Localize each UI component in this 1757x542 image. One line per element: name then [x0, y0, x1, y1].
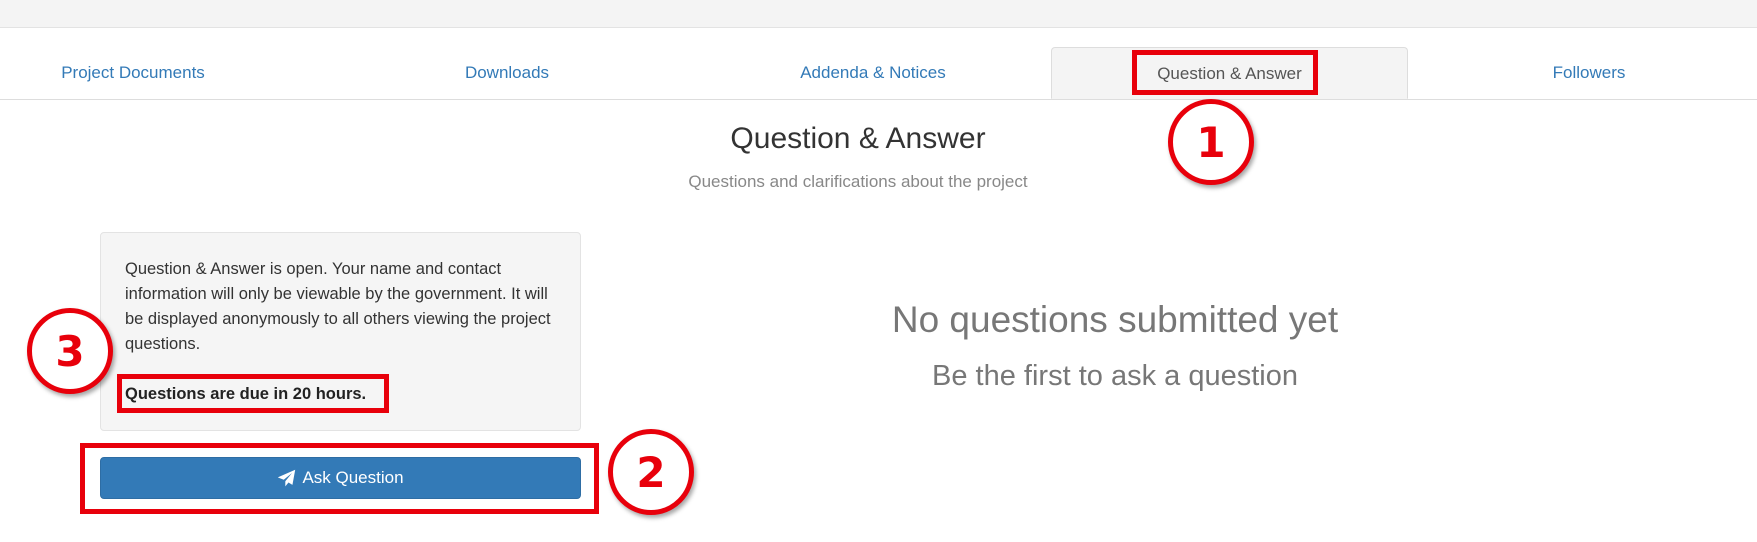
top-bar [0, 0, 1757, 28]
tab-label: Addenda & Notices [800, 63, 946, 82]
tab-addenda-notices[interactable]: Addenda & Notices [740, 47, 1006, 99]
tab-label: Downloads [464, 63, 550, 82]
page-subtitle: Questions and clarifications about the p… [688, 172, 1028, 191]
callout-1: 1 [1168, 99, 1254, 185]
tab-bar: Project Documents Downloads Addenda & No… [0, 47, 1757, 100]
tab-project-documents[interactable]: Project Documents [0, 47, 266, 99]
callout-3: 3 [27, 308, 113, 394]
tab-label: Question & Answer [1157, 64, 1302, 83]
callout-2: 2 [608, 429, 694, 515]
empty-state-title: No questions submitted yet [891, 299, 1339, 340]
page-title: Question & Answer [730, 122, 986, 155]
tab-label: Followers [1552, 63, 1626, 82]
highlight-ask-button [80, 443, 599, 514]
tab-downloads[interactable]: Downloads [374, 47, 640, 99]
tab-followers[interactable]: Followers [1456, 47, 1722, 99]
highlight-due-notice [117, 374, 389, 413]
empty-state-subtitle: Be the first to ask a question [932, 360, 1298, 392]
info-text: Question & Answer is open. Your name and… [125, 260, 551, 353]
tab-label: Project Documents [61, 63, 205, 82]
